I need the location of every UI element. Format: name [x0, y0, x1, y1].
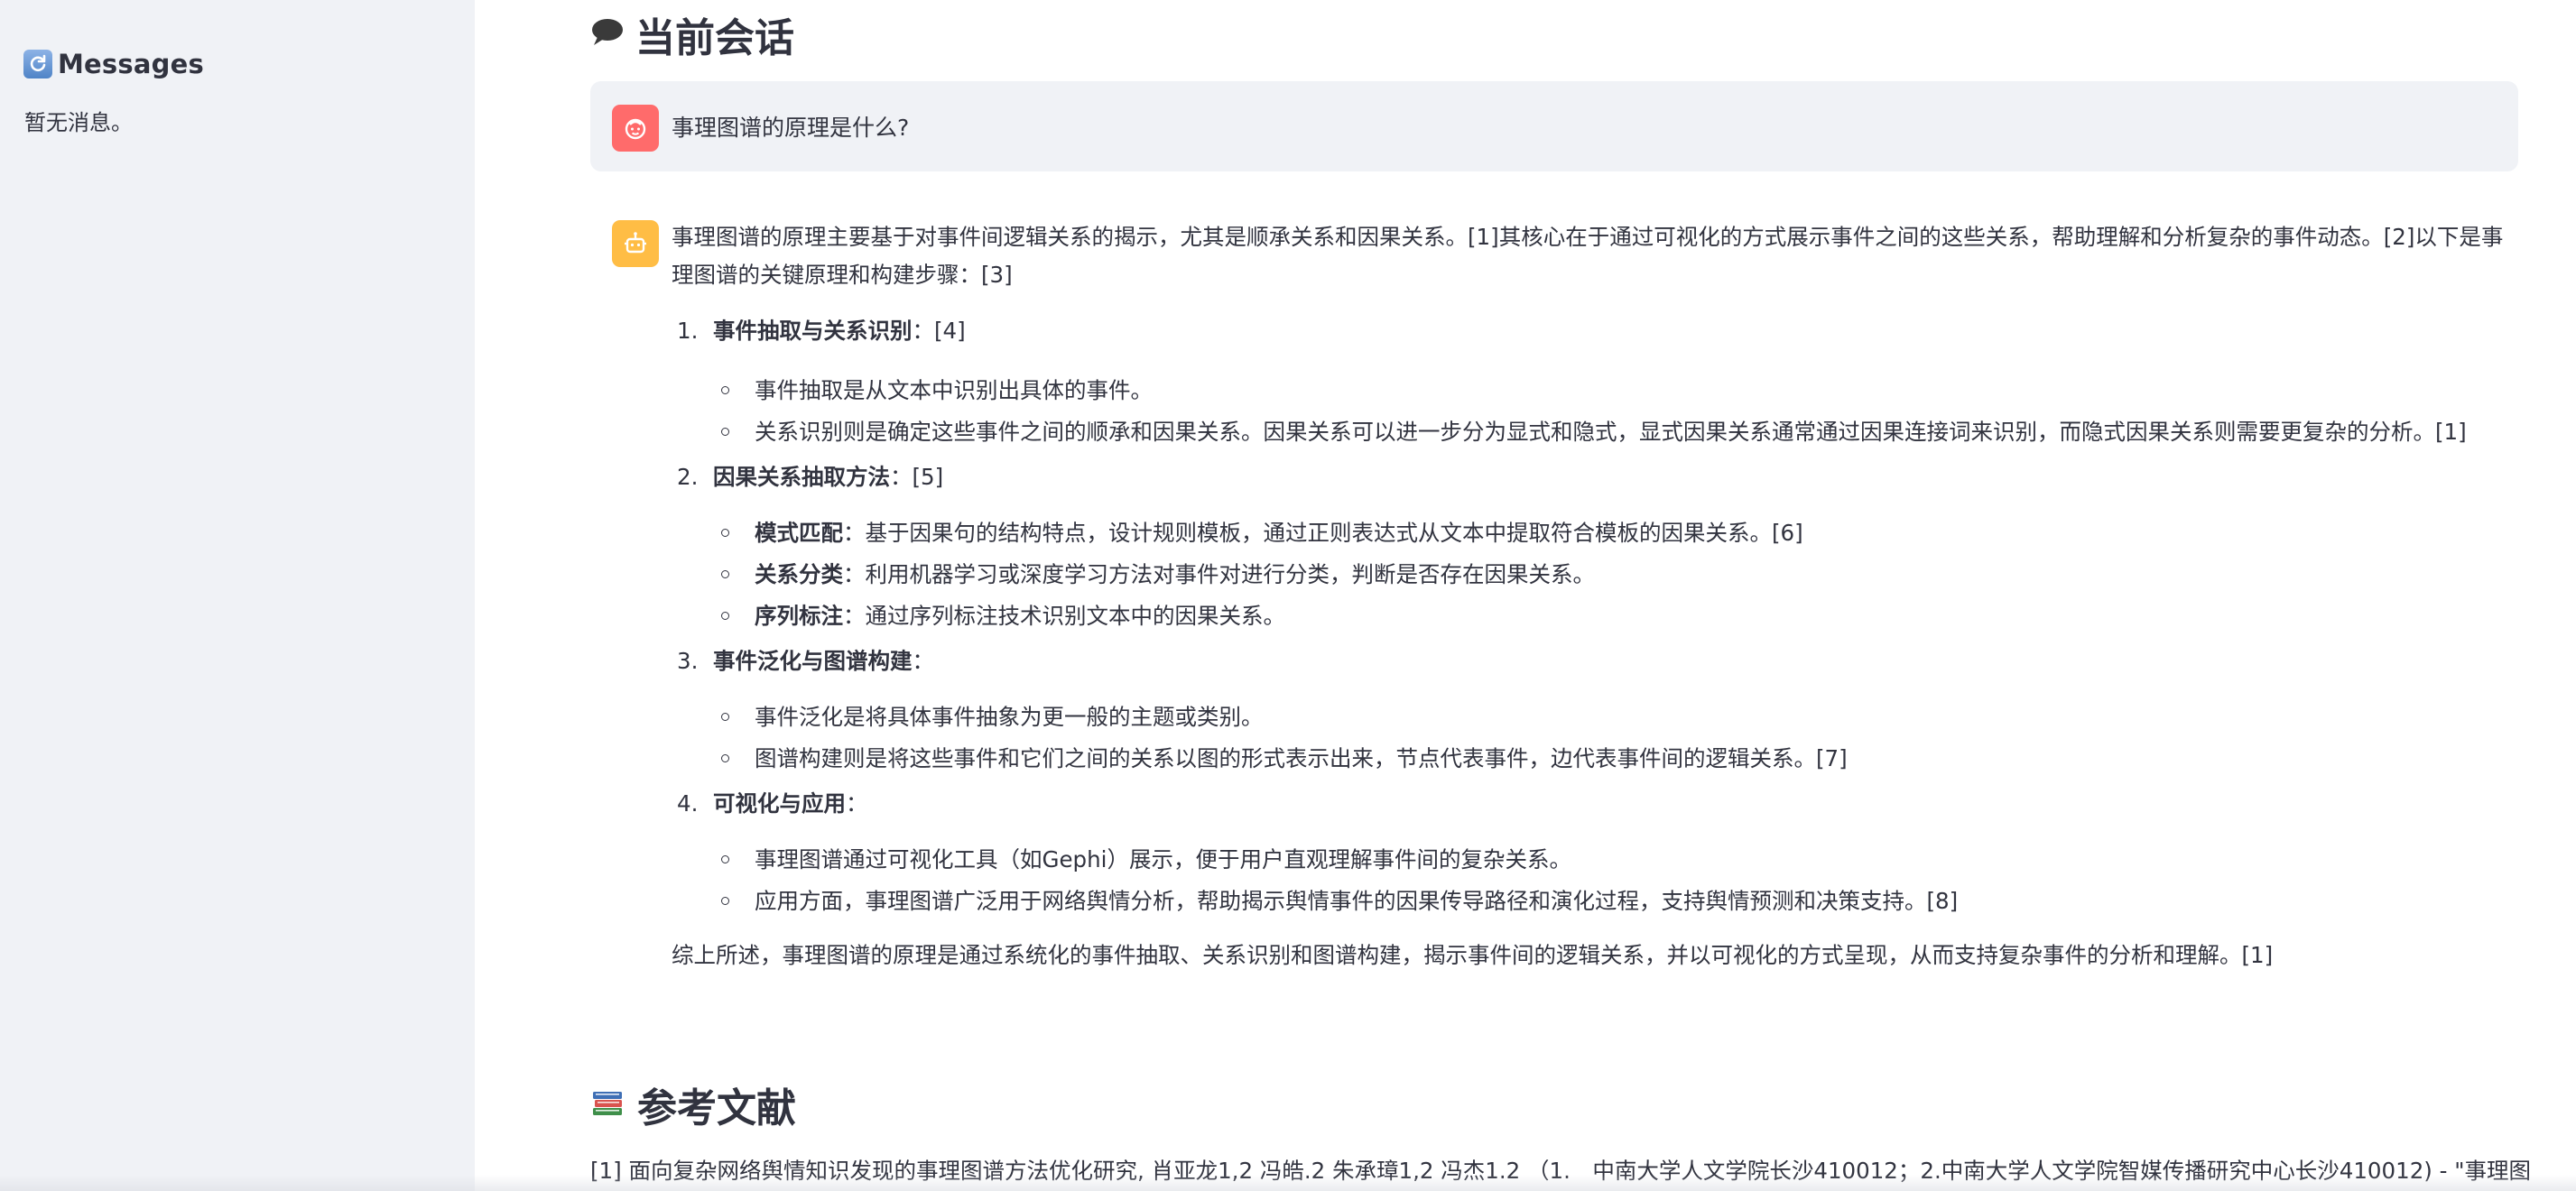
sidebar-title: Messages	[58, 49, 204, 79]
list-item-title: 可视化与应用	[713, 790, 846, 817]
sub-item-text: 事理图谱通过可视化工具（如Gephi）展示，便于用户直观理解事件间的复杂关系。	[755, 846, 1571, 872]
sub-item-text: 关系识别则是确定这些事件之间的顺承和因果关系。因果关系可以进一步分为显式和隐式，…	[755, 419, 2467, 445]
sub-list: 事件泛化是将具体事件抽象为更一般的主题或类别。 图谱构建则是将这些事件和它们之间…	[672, 698, 2513, 781]
list-item: 3. 事件泛化与图谱构建：	[672, 642, 2513, 680]
sub-item-bold: 模式匹配	[755, 520, 843, 546]
list-number: 1.	[677, 318, 699, 344]
references-title: 参考文献	[590, 1076, 796, 1133]
list-item-suffix: ：[4]	[912, 318, 966, 344]
answer-summary: 综上所述，事理图谱的原理是通过系统化的事件抽取、关系识别和图谱构建，揭示事件间的…	[672, 942, 2274, 968]
sub-list: 事件抽取是从文本中识别出具体的事件。 关系识别则是确定这些事件之间的顺承和因果关…	[672, 372, 2513, 455]
sub-list-item: 事件泛化是将具体事件抽象为更一般的主题或类别。	[672, 698, 2513, 740]
sidebar-empty-text: 暂无消息。	[24, 110, 133, 135]
list-item-title: 事件泛化与图谱构建	[713, 648, 913, 674]
list-item-title: 因果关系抽取方法	[713, 464, 890, 490]
sub-item-text: ：基于因果句的结构特点，设计规则模板，通过正则表达式从文本中提取符合模板的因果关…	[843, 520, 1803, 546]
conversation-title: 当前会话	[590, 7, 794, 61]
sub-list-item: 事件抽取是从文本中识别出具体的事件。	[672, 372, 2513, 413]
main-content: 当前会话 事理图谱的原理是什么? 事理图谱的原理主要基于对事件间逻辑关系的揭示，…	[475, 0, 2576, 1191]
list-item-title: 事件抽取与关系识别	[713, 318, 913, 344]
sub-list-item: 序列标注：通过序列标注技术识别文本中的因果关系。	[672, 597, 2513, 639]
sub-item-text: ：通过序列标注技术识别文本中的因果关系。	[843, 603, 1285, 629]
list-number: 4.	[677, 790, 699, 817]
sub-item-bold: 关系分类	[755, 561, 843, 587]
face-icon	[612, 105, 659, 152]
sub-list-item: 关系分类：利用机器学习或深度学习方法对事件对进行分类，判断是否存在因果关系。	[672, 556, 2513, 597]
list-item: 2. 因果关系抽取方法：[5]	[672, 458, 2513, 496]
robot-icon	[612, 220, 659, 267]
list-item: 1. 事件抽取与关系识别：[4]	[672, 312, 2513, 350]
list-item: 4. 可视化与应用：	[672, 785, 2513, 823]
list-number: 3.	[677, 648, 699, 674]
list-number: 2.	[677, 464, 699, 490]
assistant-message-body: 事理图谱的原理主要基于对事件间逻辑关系的揭示，尤其是顺承关系和因果关系。[1]其…	[672, 220, 2513, 974]
sub-list-item: 关系识别则是确定这些事件之间的顺承和因果关系。因果关系可以进一步分为显式和隐式，…	[672, 413, 2513, 455]
sub-list: 事理图谱通过可视化工具（如Gephi）展示，便于用户直观理解事件间的复杂关系。 …	[672, 841, 2513, 924]
user-message-text: 事理图谱的原理是什么?	[672, 115, 910, 141]
references-title-text: 参考文献	[637, 1085, 796, 1131]
sub-list-item: 图谱构建则是将这些事件和它们之间的关系以图的形式表示出来，节点代表事件，边代表事…	[672, 740, 2513, 781]
sub-list-item: 应用方面，事理图谱广泛用于网络舆情分析，帮助揭示舆情事件的因果传导路径和演化过程…	[672, 882, 2513, 924]
sub-list-item: 模式匹配：基于因果句的结构特点，设计规则模板，通过正则表达式从文本中提取符合模板…	[672, 514, 2513, 556]
app-window: Messages 暂无消息。 当前会话 事理图谱的原理是什么? 事理图谱的原理主…	[0, 0, 2576, 1191]
sub-item-text: ：利用机器学习或深度学习方法对事件对进行分类，判断是否存在因果关系。	[843, 561, 1595, 587]
sub-list-item: 事理图谱通过可视化工具（如Gephi）展示，便于用户直观理解事件间的复杂关系。	[672, 841, 2513, 882]
sub-item-bold: 序列标注	[755, 603, 843, 629]
list-item-suffix: ：	[846, 790, 868, 817]
sub-item-text: 事件抽取是从文本中识别出具体的事件。	[755, 377, 1153, 403]
speech-bubble-icon	[590, 16, 625, 53]
sidebar: Messages 暂无消息。	[0, 0, 475, 1191]
assistant-message: 事理图谱的原理主要基于对事件间逻辑关系的揭示，尤其是顺承关系和因果关系。[1]其…	[612, 220, 2518, 974]
sub-item-text: 图谱构建则是将这些事件和它们之间的关系以图的形式表示出来，节点代表事件，边代表事…	[755, 745, 1848, 771]
conversation-title-text: 当前会话	[635, 15, 794, 61]
books-icon	[590, 1085, 626, 1125]
sub-list: 模式匹配：基于因果句的结构特点，设计规则模板，通过正则表达式从文本中提取符合模板…	[672, 514, 2513, 639]
sidebar-header: Messages	[23, 45, 204, 83]
list-item-suffix: ：[5]	[890, 464, 944, 490]
list-item-suffix: ：	[912, 648, 935, 674]
sub-item-text: 应用方面，事理图谱广泛用于网络舆情分析，帮助揭示舆情事件的因果传导路径和演化过程…	[755, 888, 1959, 914]
refresh-icon	[23, 50, 52, 78]
user-message: 事理图谱的原理是什么?	[590, 81, 2518, 171]
sub-item-text: 事件泛化是将具体事件抽象为更一般的主题或类别。	[755, 704, 1264, 730]
answer-intro: 事理图谱的原理主要基于对事件间逻辑关系的揭示，尤其是顺承关系和因果关系。[1]其…	[672, 224, 2504, 288]
bottom-fade	[0, 1175, 2576, 1191]
